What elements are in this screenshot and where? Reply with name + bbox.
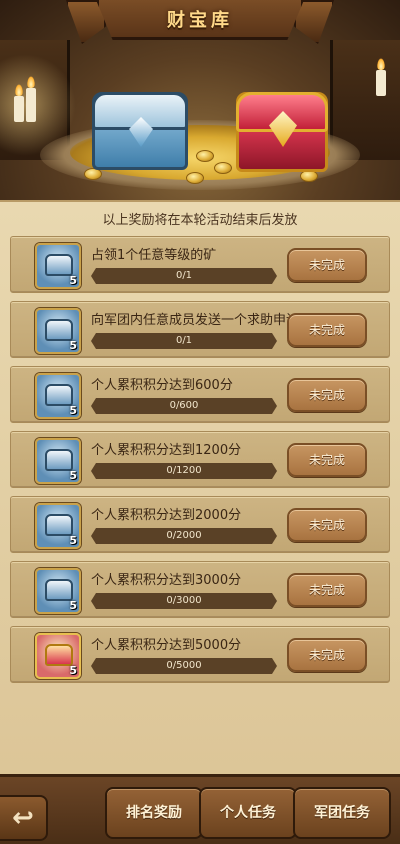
- page-title: 财宝库: [167, 9, 233, 31]
- reward-quantity: 5: [69, 404, 77, 417]
- blue-chest-icon: [45, 254, 73, 276]
- task-row: 5 个人累积积分达到5000分 0/5000 未完成: [10, 626, 390, 683]
- task-row: 5 个人累积积分达到2000分 0/2000 未完成: [10, 496, 390, 553]
- treasure-scene: 财宝库: [0, 0, 400, 210]
- back-arrow-icon: ↩: [12, 803, 34, 833]
- task-title: 个人累积积分达到5000分: [91, 638, 242, 653]
- task-title: 个人累积积分达到3000分: [91, 573, 242, 588]
- task-status-button[interactable]: 未完成: [287, 638, 367, 672]
- reward-quantity: 5: [69, 599, 77, 612]
- candle-icon: [26, 76, 36, 122]
- reward-quantity: 5: [69, 534, 77, 547]
- red-treasure-chest-icon: [236, 92, 328, 172]
- coin-icon: [196, 150, 214, 162]
- coin-icon: [186, 172, 204, 184]
- task-row: 5 个人累积积分达到3000分 0/3000 未完成: [10, 561, 390, 618]
- reward-item[interactable]: 5: [35, 373, 81, 419]
- back-button[interactable]: ↩: [0, 795, 48, 841]
- reward-item[interactable]: 5: [35, 633, 81, 679]
- task-title: 向军团内任意成员发送一个求助申请: [91, 313, 291, 328]
- blue-chest-icon: [45, 514, 73, 536]
- reward-item[interactable]: 5: [35, 438, 81, 484]
- task-status-button[interactable]: 未完成: [287, 248, 367, 282]
- reward-item[interactable]: 5: [35, 243, 81, 289]
- candle-icon: [14, 84, 24, 122]
- blue-treasure-chest-icon: [92, 92, 188, 170]
- progress-bar: 0/3000: [91, 593, 277, 609]
- progress-text: 0/3000: [166, 595, 202, 606]
- task-status-button[interactable]: 未完成: [287, 443, 367, 477]
- task-status-button[interactable]: 未完成: [287, 573, 367, 607]
- progress-bar: 0/1: [91, 268, 277, 284]
- task-title: 个人累积积分达到600分: [91, 378, 233, 393]
- reward-quantity: 5: [69, 339, 77, 352]
- blue-chest-icon: [45, 384, 73, 406]
- reward-quantity: 5: [69, 469, 77, 482]
- task-row: 5 个人累积积分达到600分 0/600 未完成: [10, 366, 390, 423]
- reward-item[interactable]: 5: [35, 568, 81, 614]
- task-row: 5 个人累积积分达到1200分 0/1200 未完成: [10, 431, 390, 488]
- candle-icon: [376, 58, 386, 96]
- task-row: 5 占领1个任意等级的矿 0/1 未完成: [10, 236, 390, 293]
- bottom-nav: ↩ 排名奖励 个人任务 军团任务: [0, 774, 400, 844]
- blue-chest-icon: [45, 449, 73, 471]
- progress-bar: 0/5000: [91, 658, 277, 674]
- title-plate: 财宝库: [96, 0, 304, 40]
- tab-personal-tasks[interactable]: 个人任务: [199, 787, 297, 839]
- reward-item[interactable]: 5: [35, 503, 81, 549]
- progress-text: 0/5000: [166, 660, 202, 671]
- task-status-button[interactable]: 未完成: [287, 313, 367, 347]
- progress-text: 0/2000: [166, 530, 202, 541]
- progress-text: 0/1: [175, 270, 193, 281]
- blue-chest-icon: [45, 319, 73, 341]
- progress-text: 0/1: [175, 335, 193, 346]
- progress-bar: 0/1: [91, 333, 277, 349]
- blue-chest-icon: [45, 579, 73, 601]
- progress-bar: 0/600: [91, 398, 277, 414]
- reward-quantity: 5: [69, 664, 77, 677]
- progress-bar: 0/1200: [91, 463, 277, 479]
- tab-legion-tasks[interactable]: 军团任务: [293, 787, 391, 839]
- tab-rank-rewards[interactable]: 排名奖励: [105, 787, 203, 839]
- reward-item[interactable]: 5: [35, 308, 81, 354]
- task-row: 5 向军团内任意成员发送一个求助申请 0/1 未完成: [10, 301, 390, 358]
- coin-icon: [214, 162, 232, 174]
- progress-bar: 0/2000: [91, 528, 277, 544]
- reward-notice: 以上奖励将在本轮活动结束后发放: [102, 213, 298, 228]
- task-title: 个人累积积分达到2000分: [91, 508, 242, 523]
- task-title: 个人累积积分达到1200分: [91, 443, 242, 458]
- task-title: 占领1个任意等级的矿: [91, 248, 217, 263]
- red-chest-icon: [45, 644, 73, 666]
- task-list[interactable]: 5 占领1个任意等级的矿 0/1 未完成 5 向军团内任意成员发送一个求助申请 0/1 未完成…: [10, 236, 390, 691]
- task-panel: 以上奖励将在本轮活动结束后发放 5 占领1个任意等级的矿 0/1 未完成 5 向军团内任意…: [0, 200, 400, 788]
- progress-text: 0/600: [169, 400, 199, 411]
- task-status-button[interactable]: 未完成: [287, 508, 367, 542]
- task-status-button[interactable]: 未完成: [287, 378, 367, 412]
- progress-text: 0/1200: [166, 465, 202, 476]
- reward-quantity: 5: [69, 274, 77, 287]
